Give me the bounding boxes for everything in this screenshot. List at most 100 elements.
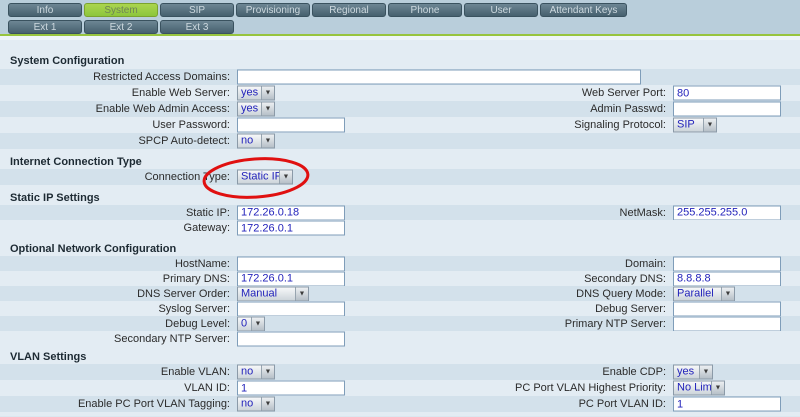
- enable-pc-port-vlan-tagging-label: Enable PC Port VLAN Tagging:: [0, 398, 230, 410]
- gateway-label: Gateway:: [0, 222, 230, 234]
- dns-query-mode-label: DNS Query Mode:: [420, 288, 666, 300]
- dropdown-arrow-icon: ▼: [699, 366, 712, 379]
- primary-tab-bar: Info System SIP Provisioning Regional Ph…: [0, 3, 800, 17]
- enable-vlan-select[interactable]: no▼: [237, 365, 275, 380]
- tab-user[interactable]: User: [464, 3, 538, 17]
- tab-sip[interactable]: SIP: [160, 3, 234, 17]
- row-gateway: Gateway:: [0, 220, 800, 236]
- syslog-server-label: Syslog Server:: [0, 303, 230, 315]
- web-server-port-input[interactable]: [673, 86, 781, 101]
- tab-attendant-keys[interactable]: Attendant Keys: [540, 3, 627, 17]
- row-user-password: User Password: Signaling Protocol: SIP▼: [0, 117, 800, 133]
- tab-ext-3[interactable]: Ext 3: [160, 20, 234, 34]
- vlan-id-label: VLAN ID:: [0, 382, 230, 394]
- dropdown-arrow-icon: ▼: [261, 366, 274, 379]
- row-enable-web-admin-access: Enable Web Admin Access: yes▼ Admin Pass…: [0, 101, 800, 117]
- row-primary-dns: Primary DNS: Secondary DNS:: [0, 271, 800, 286]
- debug-level-label: Debug Level:: [0, 318, 230, 330]
- enable-web-admin-access-select[interactable]: yes▼: [237, 102, 275, 117]
- tab-regional[interactable]: Regional: [312, 3, 386, 17]
- secondary-ntp-server-input[interactable]: [237, 331, 345, 346]
- pc-port-vlan-id-input[interactable]: [673, 397, 781, 412]
- section-title: VLAN Settings: [10, 351, 86, 363]
- dropdown-arrow-icon: ▼: [295, 287, 308, 300]
- debug-level-select[interactable]: 0▼: [237, 316, 265, 331]
- secondary-dns-input[interactable]: [673, 271, 781, 286]
- signaling-protocol-label: Signaling Protocol:: [420, 119, 666, 131]
- dropdown-arrow-icon: ▼: [261, 398, 274, 411]
- gateway-input[interactable]: [237, 221, 345, 236]
- connection-type-select[interactable]: Static IP▼: [237, 170, 293, 185]
- dropdown-arrow-icon: ▼: [711, 382, 724, 395]
- tab-system[interactable]: System: [84, 3, 158, 17]
- primary-dns-input[interactable]: [237, 271, 345, 286]
- primary-ntp-server-label: Primary NTP Server:: [420, 318, 666, 330]
- spcp-auto-detect-select[interactable]: no▼: [237, 134, 275, 149]
- dropdown-arrow-icon: ▼: [251, 317, 264, 330]
- signaling-protocol-select[interactable]: SIP▼: [673, 118, 717, 133]
- section-optional-network-configuration: Optional Network Configuration: [0, 241, 800, 256]
- vlan-id-input[interactable]: [237, 381, 345, 396]
- tab-info[interactable]: Info: [8, 3, 82, 17]
- extension-tab-bar: Ext 1 Ext 2 Ext 3: [0, 20, 800, 34]
- section-vlan-settings: VLAN Settings: [0, 350, 800, 364]
- row-restricted-access-domains: Restricted Access Domains:: [0, 69, 800, 85]
- primary-ntp-server-input[interactable]: [673, 316, 781, 331]
- row-enable-web-server: Enable Web Server: yes▼ Web Server Port:: [0, 85, 800, 101]
- static-ip-input[interactable]: [237, 205, 345, 220]
- enable-vlan-label: Enable VLAN:: [0, 366, 230, 378]
- row-hostname: HostName: Domain:: [0, 256, 800, 271]
- pc-port-vlan-id-label: PC Port VLAN ID:: [420, 398, 666, 410]
- hostname-input[interactable]: [237, 256, 345, 271]
- hostname-label: HostName:: [0, 258, 230, 270]
- tab-provisioning[interactable]: Provisioning: [236, 3, 310, 17]
- syslog-server-input[interactable]: [237, 301, 345, 316]
- enable-cdp-select[interactable]: yes▼: [673, 365, 713, 380]
- dropdown-arrow-icon: ▼: [261, 135, 274, 148]
- dns-server-order-select[interactable]: Manual▼: [237, 286, 309, 301]
- netmask-label: NetMask:: [420, 207, 666, 219]
- user-password-label: User Password:: [0, 119, 230, 131]
- row-secondary-ntp-server: Secondary NTP Server:: [0, 331, 800, 346]
- enable-pc-port-vlan-tagging-select[interactable]: no▼: [237, 397, 275, 412]
- enable-cdp-label: Enable CDP:: [420, 366, 666, 378]
- row-syslog-server: Syslog Server: Debug Server:: [0, 301, 800, 316]
- row-enable-vlan: Enable VLAN: no▼ Enable CDP: yes▼: [0, 364, 800, 380]
- settings-page: System Configuration Restricted Access D…: [0, 40, 800, 416]
- section-internet-connection-type: Internet Connection Type: [0, 154, 800, 169]
- header: Info System SIP Provisioning Regional Ph…: [0, 0, 800, 34]
- enable-web-server-label: Enable Web Server:: [0, 87, 230, 99]
- section-title: Static IP Settings: [10, 192, 100, 204]
- connection-type-label: Connection Type:: [0, 171, 230, 183]
- static-ip-label: Static IP:: [0, 207, 230, 219]
- row-spcp-auto-detect: SPCP Auto-detect: no▼: [0, 133, 800, 149]
- dropdown-arrow-icon: ▼: [279, 171, 292, 184]
- tab-ext-2[interactable]: Ext 2: [84, 20, 158, 34]
- restricted-access-domains-input[interactable]: [237, 70, 641, 85]
- debug-server-label: Debug Server:: [420, 303, 666, 315]
- dropdown-arrow-icon: ▼: [261, 103, 274, 116]
- enable-web-server-select[interactable]: yes▼: [237, 86, 275, 101]
- spcp-auto-detect-label: SPCP Auto-detect:: [0, 135, 230, 147]
- section-title: Internet Connection Type: [10, 156, 142, 168]
- domain-input[interactable]: [673, 256, 781, 271]
- dns-query-mode-select[interactable]: Parallel▼: [673, 286, 735, 301]
- domain-label: Domain:: [420, 258, 666, 270]
- debug-server-input[interactable]: [673, 301, 781, 316]
- netmask-input[interactable]: [673, 205, 781, 220]
- pc-port-vlan-highest-priority-label: PC Port VLAN Highest Priority:: [420, 382, 666, 394]
- pc-port-vlan-highest-priority-select[interactable]: No Limit▼: [673, 381, 725, 396]
- row-connection-type: Connection Type: Static IP▼: [0, 169, 800, 185]
- tab-phone[interactable]: Phone: [388, 3, 462, 17]
- admin-passwd-input[interactable]: [673, 102, 781, 117]
- dropdown-arrow-icon: ▼: [261, 87, 274, 100]
- dns-server-order-label: DNS Server Order:: [0, 288, 230, 300]
- section-static-ip-settings: Static IP Settings: [0, 190, 800, 205]
- row-vlan-id: VLAN ID: PC Port VLAN Highest Priority: …: [0, 380, 800, 396]
- user-password-input[interactable]: [237, 118, 345, 133]
- tab-ext-1[interactable]: Ext 1: [8, 20, 82, 34]
- section-system-configuration: System Configuration: [0, 53, 800, 69]
- row-enable-pc-port-vlan-tagging: Enable PC Port VLAN Tagging: no▼ PC Port…: [0, 396, 800, 412]
- restricted-access-domains-label: Restricted Access Domains:: [0, 71, 230, 83]
- section-title: Optional Network Configuration: [10, 243, 176, 255]
